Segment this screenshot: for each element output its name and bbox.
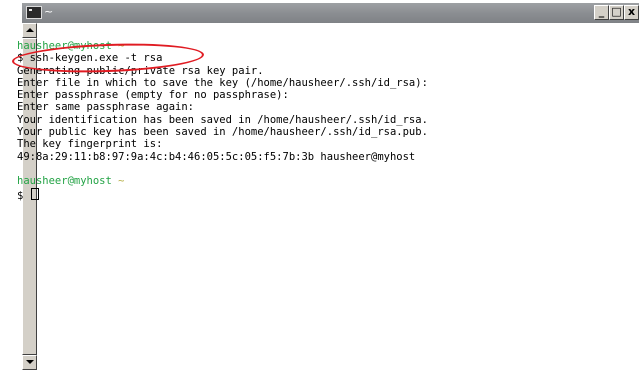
close-button[interactable]: x — [624, 5, 639, 20]
input-line[interactable]: $ — [17, 187, 613, 202]
output-line: Generating public/private rsa key pair. — [17, 64, 264, 77]
prompt-path: ~ — [118, 175, 125, 188]
arrow-down-icon — [26, 360, 34, 364]
minimize-button[interactable]: _ — [594, 5, 609, 20]
arrow-up-icon — [26, 28, 34, 32]
prompt-user-host: hausheer@myhost — [17, 175, 112, 188]
input-prompt: $ — [17, 189, 30, 202]
output-line: The key fingerprint is: — [17, 138, 163, 151]
terminal-app-icon[interactable] — [26, 6, 42, 19]
output-line: 49:8a:29:11:b8:97:9a:4c:b4:46:05:5c:05:f… — [17, 150, 416, 163]
prompt-line-2: hausheer@myhost ~ — [17, 175, 613, 187]
terminal-output[interactable]: hausheer@myhost ~ $ ssh-keygen.exe -t rs… — [17, 40, 613, 202]
prompt-line-1: hausheer@myhost ~ — [17, 40, 613, 52]
window-controls: _ □ x — [594, 5, 639, 21]
prompt-user-host: hausheer@myhost — [17, 40, 112, 52]
output-line: Enter file in which to save the key (/ho… — [17, 76, 428, 89]
output-line: Your public key has been saved in /home/… — [17, 126, 428, 139]
maximize-button[interactable]: □ — [609, 5, 624, 20]
scroll-up-button[interactable] — [22, 23, 37, 38]
text-cursor — [30, 187, 39, 200]
scroll-down-button[interactable] — [22, 355, 37, 370]
output-line: Enter passphrase (empty for no passphras… — [17, 89, 289, 102]
output-line: Your identification has been saved in /h… — [17, 113, 428, 126]
prompt-path: ~ — [118, 40, 125, 52]
title-bar[interactable]: ~ _ □ x — [22, 3, 639, 23]
command-line: $ ssh-keygen.exe -t rsa — [17, 52, 163, 65]
window-title: ~ — [44, 5, 54, 18]
output-line: Enter same passphrase again: — [17, 101, 195, 114]
